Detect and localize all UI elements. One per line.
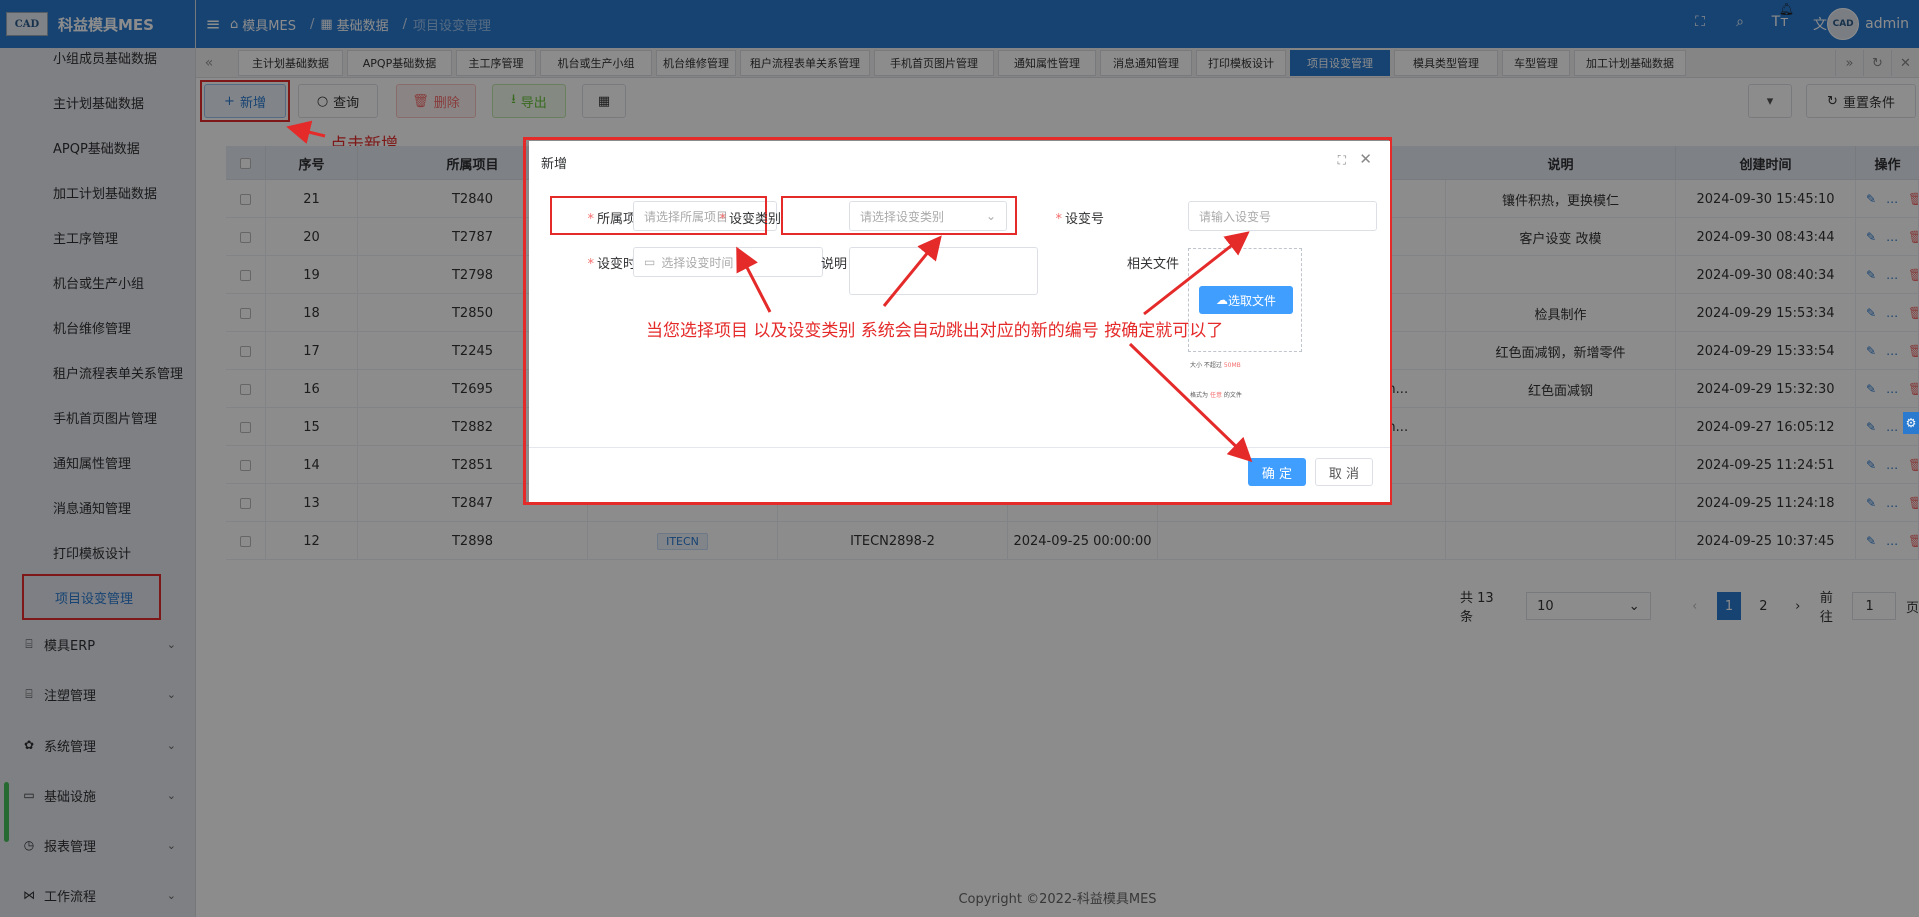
upload-size-hint: 大小 不超过 50MB — [1190, 362, 1241, 369]
files-label: 相关文件 — [1126, 257, 1179, 272]
change-type-highlight — [781, 196, 1017, 235]
choose-file-button[interactable]: ☁︎ 选取文件 — [1199, 286, 1293, 314]
cancel-button[interactable]: 取 消 — [1315, 458, 1373, 486]
confirm-button[interactable]: 确 定 — [1248, 458, 1306, 486]
upload-format-hint: 格式为 任意 的文件 — [1190, 392, 1242, 399]
description-textarea[interactable] — [849, 247, 1038, 295]
cloud-upload-icon: ☁︎ — [1215, 293, 1228, 307]
dialog-title: 新增 — [541, 157, 568, 172]
required-mark: * — [587, 257, 594, 272]
change-no-label: * 设变号 — [1055, 212, 1104, 227]
annotation-instruction: 当您选择项目 以及设变类别 系统会自动跳出对应的新的编号 按确定就可以了 — [646, 321, 1224, 341]
description-label: 说明 — [820, 257, 847, 272]
calendar-icon: ▭ — [644, 255, 656, 269]
change-type-label: * 设变类别 — [719, 212, 781, 227]
dialog-divider — [529, 447, 1390, 448]
close-icon[interactable]: ✕ — [1359, 150, 1372, 168]
maximize-icon[interactable]: ⛶ — [1338, 153, 1346, 168]
required-mark: * — [1055, 212, 1062, 227]
change-no-input[interactable]: 请输入设变号 — [1188, 201, 1377, 231]
app-root: CAD 科益模具MES 小组成员基础数据 主计划基础数据 APQP基础数据 加工… — [0, 0, 1919, 917]
required-mark: * — [719, 212, 726, 227]
settings-gear-icon[interactable]: ⚙︎ — [1903, 412, 1919, 434]
